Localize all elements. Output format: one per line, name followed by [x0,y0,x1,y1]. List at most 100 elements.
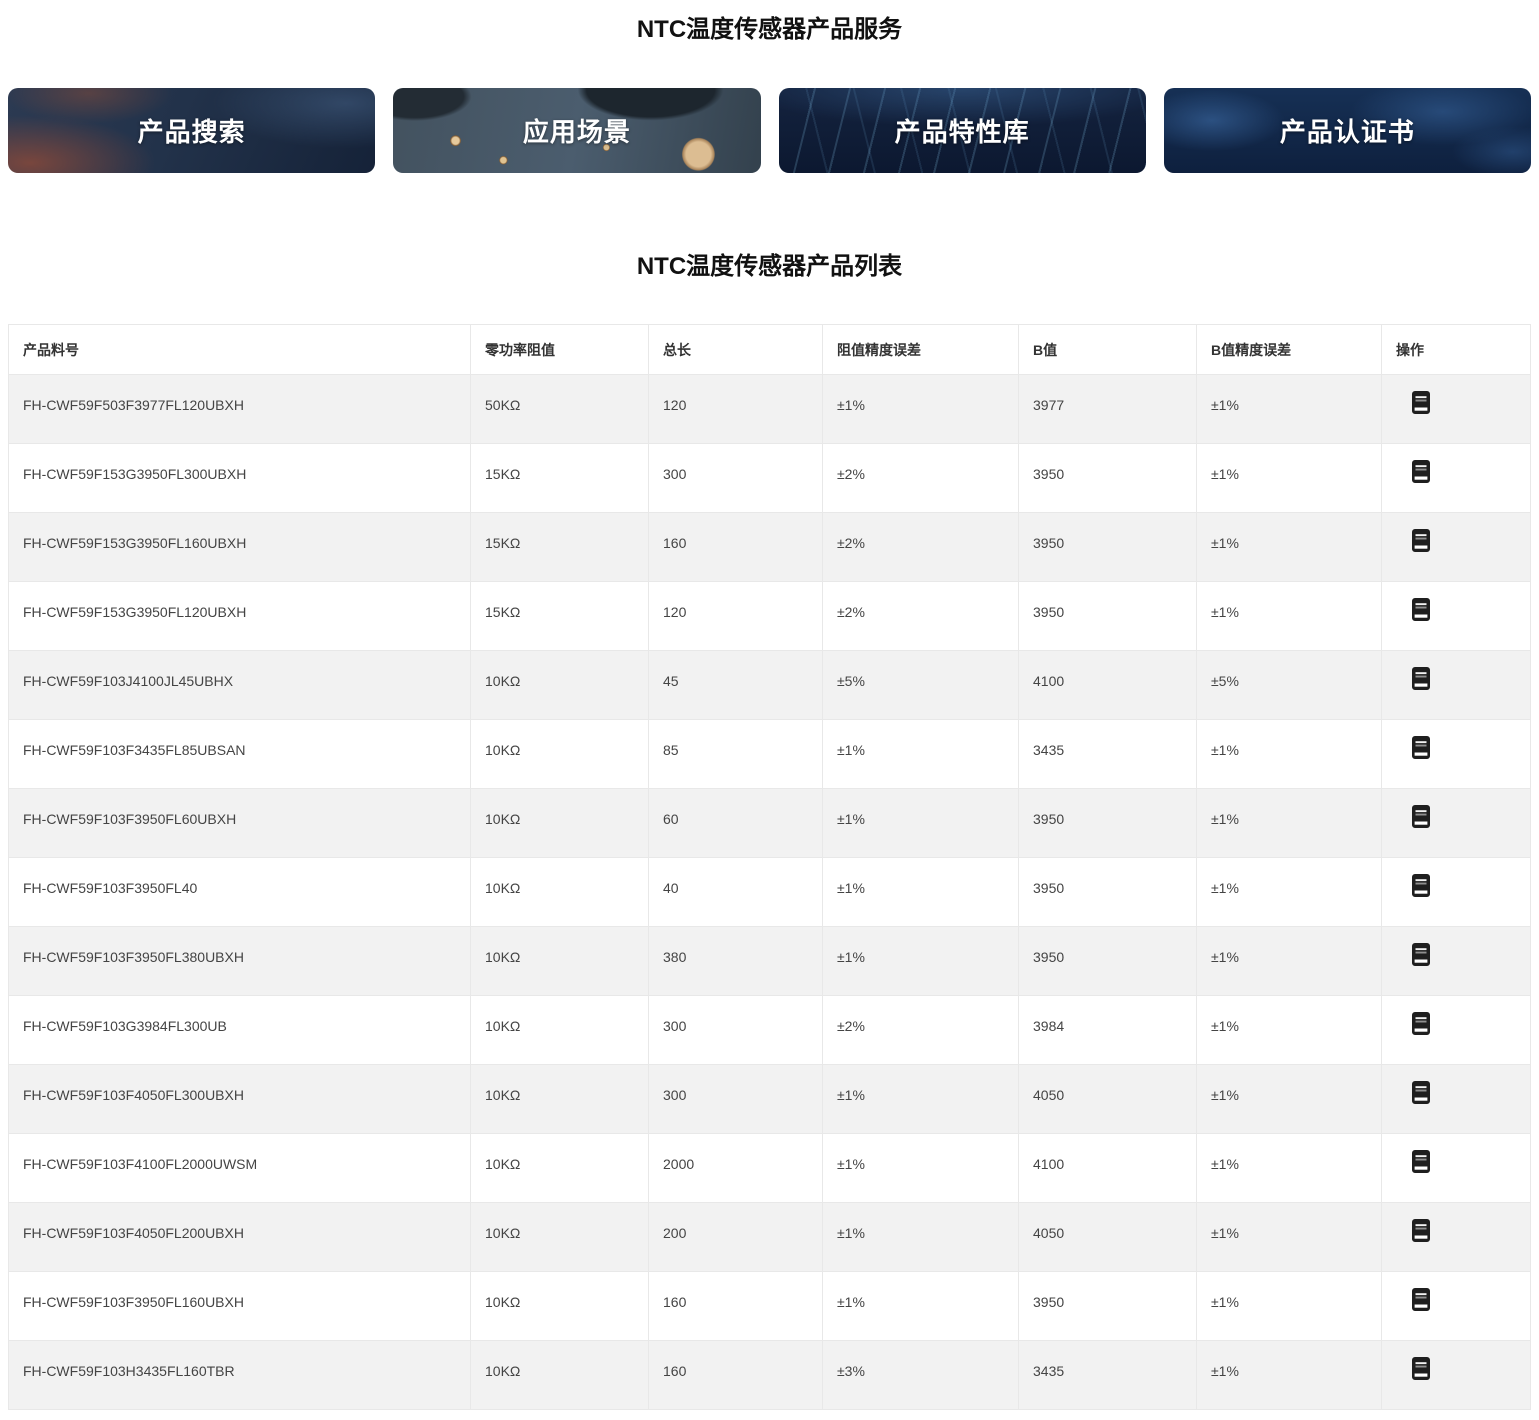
cell-part-number: FH-CWF59F153G3950FL120UBXH [9,582,471,651]
cell-zero-power-resistance: 10KΩ [471,1203,649,1272]
cell-action [1382,720,1531,789]
cell-b-value-tolerance: ±1% [1197,1134,1382,1203]
table-row: FH-CWF59F503F3977FL120UBXH50KΩ120±1%3977… [9,375,1531,444]
cell-total-length: 300 [649,996,823,1065]
cell-total-length: 300 [649,444,823,513]
table-row: FH-CWF59F103F3950FL160UBXH10KΩ160±1%3950… [9,1272,1531,1341]
cell-part-number: FH-CWF59F103F3435FL85UBSAN [9,720,471,789]
view-detail-button[interactable] [1412,943,1430,966]
cell-resistance-tolerance: ±1% [823,789,1019,858]
banner-product-search[interactable]: 产品搜索 [8,88,375,173]
cell-zero-power-resistance: 10KΩ [471,996,649,1065]
product-table: 产品料号 零功率阻值 总长 阻值精度误差 B值 B值精度误差 操作 FH-CWF… [8,324,1531,1410]
cell-action [1382,858,1531,927]
table-row: FH-CWF59F103J4100JL45UBHX10KΩ45±5%4100±5… [9,651,1531,720]
cell-zero-power-resistance: 10KΩ [471,1341,649,1410]
cell-zero-power-resistance: 10KΩ [471,927,649,996]
cell-zero-power-resistance: 15KΩ [471,444,649,513]
table-row: FH-CWF59F103H3435FL160TBR10KΩ160±3%3435±… [9,1341,1531,1410]
cell-resistance-tolerance: ±1% [823,858,1019,927]
table-row: FH-CWF59F103G3984FL300UB10KΩ300±2%3984±1… [9,996,1531,1065]
view-detail-button[interactable] [1412,1081,1430,1104]
cell-action [1382,1065,1531,1134]
book-icon [1412,805,1430,828]
cell-part-number: FH-CWF59F103H3435FL160TBR [9,1341,471,1410]
cell-part-number: FH-CWF59F153G3950FL300UBXH [9,444,471,513]
banner-product-features-library[interactable]: 产品特性库 [779,88,1146,173]
header-part-number: 产品料号 [9,325,471,375]
book-icon [1412,874,1430,897]
book-icon [1412,529,1430,552]
cell-b-value-tolerance: ±1% [1197,720,1382,789]
cell-action [1382,1272,1531,1341]
view-detail-button[interactable] [1412,391,1430,414]
cell-total-length: 160 [649,1272,823,1341]
cell-resistance-tolerance: ±1% [823,1065,1019,1134]
cell-part-number: FH-CWF59F103F4050FL200UBXH [9,1203,471,1272]
cell-action [1382,927,1531,996]
view-detail-button[interactable] [1412,736,1430,759]
cell-b-value-tolerance: ±1% [1197,789,1382,858]
cell-action [1382,1341,1531,1410]
table-row: FH-CWF59F103F4050FL300UBXH10KΩ300±1%4050… [9,1065,1531,1134]
cell-b-value: 4100 [1019,1134,1197,1203]
header-actions: 操作 [1382,325,1531,375]
view-detail-button[interactable] [1412,1150,1430,1173]
cell-part-number: FH-CWF59F153G3950FL160UBXH [9,513,471,582]
view-detail-button[interactable] [1412,874,1430,897]
view-detail-button[interactable] [1412,460,1430,483]
cell-action [1382,513,1531,582]
book-icon [1412,1081,1430,1104]
cell-action [1382,1134,1531,1203]
book-icon [1412,460,1430,483]
cell-total-length: 2000 [649,1134,823,1203]
cell-zero-power-resistance: 10KΩ [471,651,649,720]
book-icon [1412,1288,1430,1311]
view-detail-button[interactable] [1412,1288,1430,1311]
book-icon [1412,1357,1430,1380]
cell-b-value: 3950 [1019,513,1197,582]
view-detail-button[interactable] [1412,1357,1430,1380]
table-row: FH-CWF59F103F3435FL85UBSAN10KΩ85±1%3435±… [9,720,1531,789]
cell-part-number: FH-CWF59F103F3950FL160UBXH [9,1272,471,1341]
cell-total-length: 160 [649,1341,823,1410]
cell-resistance-tolerance: ±2% [823,513,1019,582]
cell-resistance-tolerance: ±2% [823,444,1019,513]
view-detail-button[interactable] [1412,598,1430,621]
cell-b-value: 3435 [1019,720,1197,789]
banner-application-scenarios[interactable]: 应用场景 [393,88,760,173]
view-detail-button[interactable] [1412,1012,1430,1035]
cell-action [1382,789,1531,858]
cell-b-value-tolerance: ±1% [1197,996,1382,1065]
table-header-row: 产品料号 零功率阻值 总长 阻值精度误差 B值 B值精度误差 操作 [9,325,1531,375]
cell-resistance-tolerance: ±3% [823,1341,1019,1410]
cell-b-value-tolerance: ±1% [1197,1272,1382,1341]
view-detail-button[interactable] [1412,667,1430,690]
page-title: NTC温度传感器产品服务 [0,16,1539,44]
banner-label: 产品特性库 [895,112,1030,149]
cell-b-value-tolerance: ±1% [1197,858,1382,927]
banner-product-certificates[interactable]: 产品认证书 [1164,88,1531,173]
cell-total-length: 120 [649,582,823,651]
book-icon [1412,943,1430,966]
cell-zero-power-resistance: 10KΩ [471,789,649,858]
cell-b-value: 4050 [1019,1203,1197,1272]
header-resistance-tolerance: 阻值精度误差 [823,325,1019,375]
cell-zero-power-resistance: 10KΩ [471,1272,649,1341]
cell-b-value-tolerance: ±5% [1197,651,1382,720]
book-icon [1412,391,1430,414]
book-icon [1412,667,1430,690]
cell-action [1382,375,1531,444]
cell-action [1382,996,1531,1065]
product-table-body: FH-CWF59F503F3977FL120UBXH50KΩ120±1%3977… [9,375,1531,1410]
cell-zero-power-resistance: 15KΩ [471,513,649,582]
view-detail-button[interactable] [1412,1219,1430,1242]
view-detail-button[interactable] [1412,805,1430,828]
view-detail-button[interactable] [1412,529,1430,552]
cell-zero-power-resistance: 15KΩ [471,582,649,651]
cell-action [1382,582,1531,651]
banner-label: 应用场景 [523,112,631,149]
cell-resistance-tolerance: ±1% [823,1134,1019,1203]
cell-b-value-tolerance: ±1% [1197,1065,1382,1134]
cell-b-value-tolerance: ±1% [1197,582,1382,651]
